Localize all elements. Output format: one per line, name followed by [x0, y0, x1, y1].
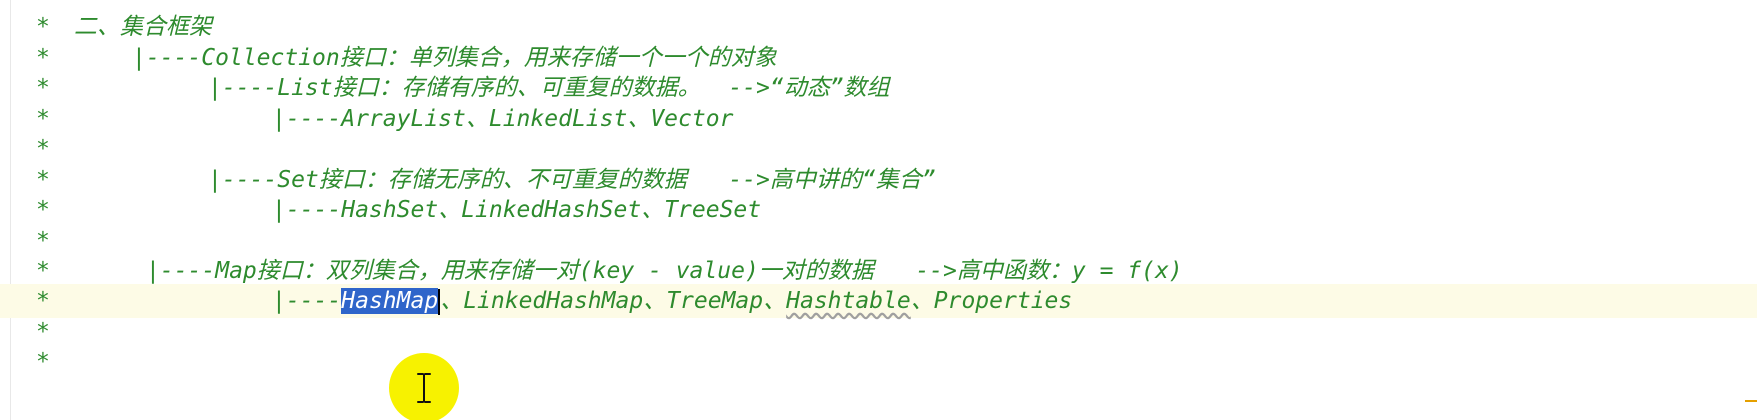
spellcheck-text: Hashtable — [786, 288, 911, 314]
code-editor[interactable]: * 二、集合框架 * |----Collection接口：单列集合，用来存储一个… — [0, 0, 1757, 420]
comment-star: * — [36, 106, 50, 132]
code-prefix: |---- — [272, 288, 342, 314]
code-segment: 、LinkedHashMap、TreeMap、 — [440, 288, 787, 314]
code-text: |----Set接口：存储无序的、不可重复的数据 -->高中讲的“集合” — [208, 167, 936, 193]
comment-star: * — [36, 45, 50, 71]
comment-star: * — [36, 258, 50, 284]
comment-star: * — [36, 75, 50, 101]
code-line-4[interactable]: * |----ArrayList、LinkedList、Vector — [0, 102, 1757, 136]
comment-star: * — [36, 349, 50, 375]
code-line-7[interactable]: * |----HashSet、LinkedHashSet、TreeSet — [0, 193, 1757, 227]
comment-star: * — [36, 197, 50, 223]
scrollbar-marker — [1745, 400, 1757, 402]
code-text: |----HashMap、LinkedHashMap、TreeMap、Hasht… — [272, 284, 1072, 318]
code-line-2[interactable]: * |----Collection接口：单列集合，用来存储一个一个的对象 — [0, 41, 1757, 75]
code-text: |----HashSet、LinkedHashSet、TreeSet — [272, 197, 762, 223]
code-text: |----ArrayList、LinkedList、Vector — [272, 106, 734, 132]
code-text: 二、集合框架 — [60, 14, 212, 40]
code-line-12[interactable]: * — [0, 345, 1757, 379]
ibeam-cursor-icon — [414, 372, 434, 404]
code-line-1[interactable]: * 二、集合框架 — [0, 10, 1757, 44]
comment-star: * — [36, 14, 50, 40]
code-line-9[interactable]: * |----Map接口：双列集合，用来存储一对(key - value)一对的… — [0, 254, 1757, 317]
comment-star: * — [36, 319, 50, 345]
code-line-11[interactable]: * — [0, 315, 1757, 349]
code-line-5[interactable]: * — [0, 132, 1757, 166]
code-line-3[interactable]: * |----List接口：存储有序的、可重复的数据。 -->“动态”数组 — [0, 71, 1757, 105]
comment-star: * — [36, 288, 50, 314]
comment-star: * — [36, 167, 50, 193]
comment-star: * — [36, 136, 50, 162]
code-line-8[interactable]: * — [0, 224, 1757, 258]
code-text: |----Collection接口：单列集合，用来存储一个一个的对象 — [132, 45, 777, 71]
comment-star: * — [36, 228, 50, 254]
code-text: |----Map接口：双列集合，用来存储一对(key - value)一对的数据… — [146, 258, 1183, 284]
code-segment: 、Properties — [910, 288, 1073, 314]
code-line-10-current[interactable]: * |----HashMap、LinkedHashMap、TreeMap、Has… — [0, 284, 1757, 318]
selected-text[interactable]: HashMap — [341, 288, 439, 314]
code-text: |----List接口：存储有序的、可重复的数据。 -->“动态”数组 — [208, 75, 890, 101]
code-line-6[interactable]: * |----Set接口：存储无序的、不可重复的数据 -->高中讲的“集合” — [0, 163, 1757, 197]
